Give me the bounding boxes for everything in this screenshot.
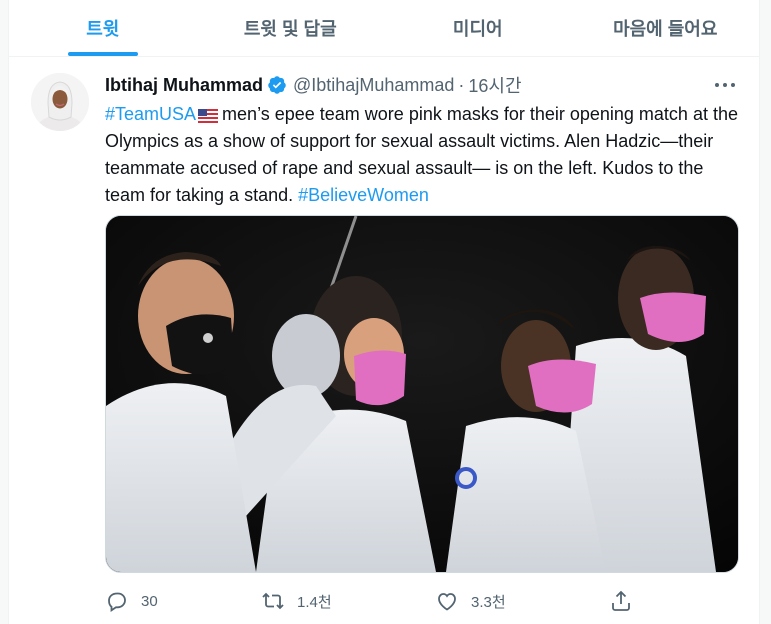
tab-tweets[interactable]: 트윗	[9, 0, 197, 56]
hashtag-teamusa[interactable]: #TeamUSA	[105, 104, 196, 124]
like-count: 3.3천	[471, 593, 506, 611]
tab-label: 마음에 들어요	[613, 19, 718, 39]
active-tab-indicator	[67, 52, 138, 56]
reply-count: 30	[141, 592, 158, 610]
tab-media[interactable]: 미디어	[384, 0, 572, 56]
tab-label: 트윗 및 답글	[243, 19, 337, 39]
tab-label: 트윗	[86, 19, 120, 39]
share-icon	[612, 590, 630, 611]
timestamp[interactable]: 16시간	[468, 72, 521, 98]
us-flag-icon	[198, 109, 219, 123]
tweet-actions: 30 1.4천 3.3천	[105, 581, 645, 621]
heart-icon	[438, 593, 456, 611]
share-button[interactable]	[609, 589, 645, 613]
profile-tabs: 트윗 트윗 및 답글 미디어 마음에 들어요	[9, 0, 759, 57]
tweet-header: Ibtihaj Muhammad @IbtihajMuhammad · 16시간	[105, 73, 725, 97]
retweet-icon	[262, 592, 284, 610]
hashtag-believewomen[interactable]: #BelieveWomen	[298, 185, 429, 205]
profile-timeline: 트윗 트윗 및 답글 미디어 마음에 들어요 Ibtihaj Muhammad	[8, 0, 760, 624]
tweet-photo[interactable]	[105, 215, 739, 573]
verified-badge-icon	[268, 76, 286, 94]
author-name[interactable]: Ibtihaj Muhammad	[105, 75, 263, 96]
retweet-button[interactable]: 1.4천	[261, 589, 332, 613]
tab-likes[interactable]: 마음에 들어요	[572, 0, 760, 56]
tweet-text: #TeamUSA men’s epee team wore pink masks…	[105, 101, 745, 209]
separator: ·	[458, 74, 465, 95]
reply-icon	[108, 592, 126, 612]
avatar[interactable]	[31, 73, 89, 131]
tweet[interactable]: Ibtihaj Muhammad @IbtihajMuhammad · 16시간…	[9, 57, 759, 624]
more-options-icon[interactable]	[713, 79, 737, 91]
tab-tweets-and-replies[interactable]: 트윗 및 답글	[197, 0, 385, 56]
tab-label: 미디어	[452, 19, 503, 39]
author-handle[interactable]: @IbtihajMuhammad	[293, 75, 454, 96]
reply-button[interactable]: 30	[105, 589, 158, 613]
retweet-count: 1.4천	[297, 593, 332, 611]
like-button[interactable]: 3.3천	[435, 589, 506, 613]
